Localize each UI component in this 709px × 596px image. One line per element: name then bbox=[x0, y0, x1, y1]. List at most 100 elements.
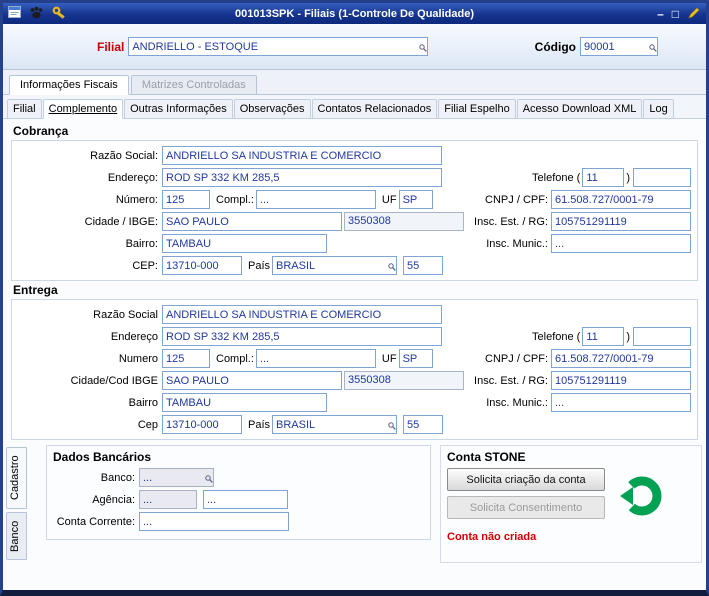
cobranca-razao-social-label: Razão Social: bbox=[90, 149, 158, 162]
conta-corrente-label: Conta Corrente: bbox=[56, 515, 135, 528]
edit-pencil-icon[interactable] bbox=[687, 6, 701, 21]
entrega-uf-input[interactable] bbox=[398, 349, 433, 368]
cobranca-insc-mun-input[interactable] bbox=[551, 234, 691, 253]
cobranca-ddi-input[interactable] bbox=[403, 256, 444, 275]
entrega-insc-est-label: Insc. Est. / RG: bbox=[474, 374, 548, 387]
entrega-insc-mun-input[interactable] bbox=[551, 393, 691, 412]
cobranca-compl-input[interactable] bbox=[255, 190, 376, 209]
codigo-field bbox=[580, 37, 658, 56]
entrega-compl-input[interactable] bbox=[255, 349, 376, 368]
title-bar: 001013SPK - Filiais (1-Controle De Quali… bbox=[3, 3, 706, 24]
tab-filial[interactable]: Filial bbox=[7, 99, 42, 118]
entrega-cnpj-input[interactable] bbox=[551, 349, 691, 368]
wrench-icon[interactable] bbox=[52, 6, 67, 22]
entrega-endereco-label: Endereço bbox=[110, 330, 158, 343]
entrega-pais-field bbox=[272, 415, 398, 434]
cobranca-pais-label: País bbox=[248, 259, 271, 272]
cobranca-razao-social-input[interactable] bbox=[162, 146, 442, 165]
conta-corrente-input[interactable] bbox=[139, 512, 289, 531]
entrega-telefone-paren: ) bbox=[626, 330, 630, 343]
entrega-cidade-input[interactable] bbox=[162, 371, 342, 390]
agencia-input[interactable] bbox=[139, 490, 197, 509]
cobranca-compl-label: Compl.: bbox=[216, 193, 254, 206]
agencia-conta-input[interactable] bbox=[203, 490, 288, 509]
cobranca-uf-label: UF bbox=[381, 193, 397, 206]
entrega-razao-social-input[interactable] bbox=[162, 305, 442, 324]
tab-outras-informacoes[interactable]: Outras Informações bbox=[124, 99, 233, 118]
entrega-numero-label: Numero bbox=[118, 352, 158, 365]
entrega-uf-label: UF bbox=[381, 352, 397, 365]
tab-complemento[interactable]: Complemento bbox=[42, 99, 124, 119]
banco-input[interactable] bbox=[139, 468, 214, 487]
entrega-numero-input[interactable] bbox=[162, 349, 210, 368]
bottom-area: Cadastro Banco Dados Bancários Banco: Ag… bbox=[3, 445, 706, 590]
lookup-icon[interactable] bbox=[388, 421, 396, 433]
cobranca-numero-input[interactable] bbox=[162, 190, 210, 209]
cobranca-ddd-input[interactable] bbox=[582, 168, 625, 187]
section-title-cobranca: Cobrança bbox=[13, 124, 69, 138]
lookup-icon[interactable] bbox=[205, 474, 213, 486]
agencia-label: Agência: bbox=[92, 493, 135, 506]
record-header: Filial Código bbox=[3, 24, 706, 70]
tab-observacoes[interactable]: Observações bbox=[233, 99, 311, 118]
entrega-cnpj-label: CNPJ / CPF: bbox=[485, 352, 548, 365]
codigo-input[interactable] bbox=[580, 37, 658, 56]
cobranca-cnpj-input[interactable] bbox=[551, 190, 691, 209]
entrega-insc-est-input[interactable] bbox=[551, 371, 691, 390]
form-icon[interactable] bbox=[8, 6, 21, 21]
entrega-endereco-input[interactable] bbox=[162, 327, 442, 346]
entrega-ddd-input[interactable] bbox=[582, 327, 625, 346]
cobranca-pais-input[interactable] bbox=[272, 256, 398, 275]
cobranca-telefone-paren: ) bbox=[626, 171, 630, 184]
tab-acesso-download-xml[interactable]: Acesso Download XML bbox=[516, 99, 643, 118]
entrega-telefone-input[interactable] bbox=[633, 327, 691, 346]
entrega-ddi-input[interactable] bbox=[403, 415, 444, 434]
minimize-button[interactable]: – bbox=[657, 8, 664, 20]
cobranca-box: Razão Social: Endereço: Telefone ( ) Núm… bbox=[11, 140, 698, 281]
tab-informacoes-fiscais[interactable]: Informações Fiscais bbox=[9, 75, 129, 95]
paw-icon[interactable] bbox=[29, 6, 44, 22]
entrega-pais-input[interactable] bbox=[272, 415, 398, 434]
entrega-bairro-input[interactable] bbox=[162, 393, 327, 412]
tab-matrizes-controladas[interactable]: Matrizes Controladas bbox=[130, 75, 257, 94]
filial-input[interactable] bbox=[128, 37, 429, 56]
solicita-consentimento-button[interactable]: Solicita Consentimento bbox=[447, 496, 605, 519]
cobranca-numero-label: Número: bbox=[115, 193, 158, 206]
cobranca-bairro-input[interactable] bbox=[162, 234, 327, 253]
entrega-razao-social-label: Razão Social bbox=[93, 308, 158, 321]
cobranca-bairro-label: Bairro: bbox=[125, 237, 158, 250]
banco-field bbox=[139, 468, 214, 487]
solicita-criacao-button[interactable]: Solicita criação da conta bbox=[447, 468, 605, 491]
cobranca-cidade-label: Cidade / IBGE: bbox=[84, 215, 158, 228]
cobranca-uf-input[interactable] bbox=[398, 190, 433, 209]
cobranca-cep-label: CEP: bbox=[132, 259, 158, 272]
cobranca-insc-est-input[interactable] bbox=[551, 212, 691, 231]
side-tab-banco[interactable]: Banco bbox=[6, 512, 27, 560]
tab-log[interactable]: Log bbox=[643, 99, 674, 118]
banco-panel: Dados Bancários Banco: Agência: bbox=[34, 445, 706, 590]
filial-label: Filial bbox=[97, 39, 125, 54]
cobranca-endereco-input[interactable] bbox=[162, 168, 442, 187]
tab-filial-espelho[interactable]: Filial Espelho bbox=[438, 99, 516, 118]
side-tab-strip: Cadastro Banco bbox=[3, 445, 34, 590]
inner-tab-strip: Filial Complemento Outras Informações Ob… bbox=[3, 95, 706, 119]
cobranca-telefone-label: Telefone ( bbox=[532, 171, 581, 184]
lookup-icon[interactable] bbox=[388, 262, 396, 274]
entrega-cep-input[interactable] bbox=[162, 415, 242, 434]
app-window: 001013SPK - Filiais (1-Controle De Quali… bbox=[0, 0, 709, 596]
cobranca-cep-input[interactable] bbox=[162, 256, 242, 275]
window-title: 001013SPK - Filiais (1-Controle De Quali… bbox=[234, 7, 474, 20]
cobranca-cidade-input[interactable] bbox=[162, 212, 342, 231]
cobranca-endereco-label: Endereço: bbox=[107, 171, 158, 184]
entrega-insc-mun-label: Insc. Munic.: bbox=[486, 396, 548, 409]
stone-logo-icon bbox=[619, 474, 663, 518]
codigo-label: Código bbox=[534, 39, 576, 54]
side-tab-cadastro[interactable]: Cadastro bbox=[6, 447, 27, 509]
cobranca-telefone-input[interactable] bbox=[633, 168, 691, 187]
entrega-cidade-label: Cidade/Cod IBGE bbox=[70, 374, 158, 387]
maximize-button[interactable]: □ bbox=[672, 8, 679, 20]
lookup-icon[interactable] bbox=[419, 43, 428, 55]
section-title-entrega: Entrega bbox=[13, 283, 58, 297]
tab-contatos-relacionados[interactable]: Contatos Relacionados bbox=[311, 99, 438, 118]
lookup-icon[interactable] bbox=[649, 43, 657, 55]
